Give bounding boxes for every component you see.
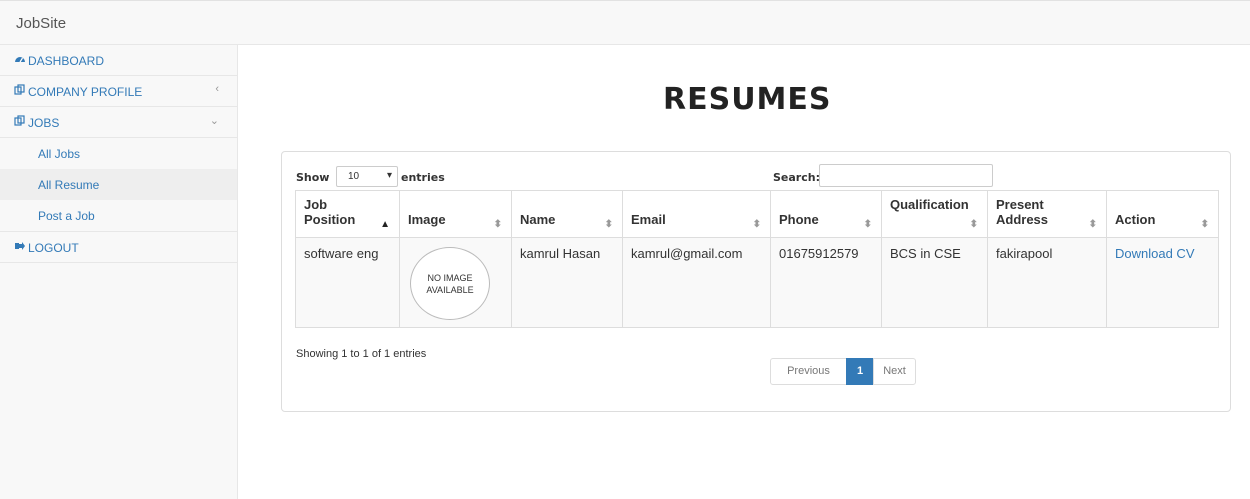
table-info: Showing 1 to 1 of 1 entries	[296, 348, 427, 360]
column-header-name[interactable]: Name ⬍	[511, 190, 623, 238]
cell-phone: 01675912579	[770, 237, 882, 328]
column-header-label: Address	[996, 212, 1049, 227]
cell-qualification: BCS in CSE	[881, 237, 988, 328]
column-header-label	[890, 212, 979, 227]
sidebar-item-label: JOBS	[28, 116, 60, 130]
logout-icon	[14, 240, 26, 252]
copy-icon	[14, 115, 26, 127]
sort-icon: ⬍	[752, 219, 761, 230]
pagination-page-1[interactable]: 1	[846, 358, 874, 385]
entries-select[interactable]: 10 ▾	[336, 166, 398, 187]
sidebar-item-logout[interactable]: LOGOUT	[0, 232, 237, 263]
page-title: RESUMES	[663, 82, 832, 117]
chevron-left-icon: ‹	[215, 83, 219, 95]
sidebar-item-jobs[interactable]: JOBS ⌄	[0, 107, 237, 138]
cell-image: NO IMAGE AVAILABLE	[399, 237, 512, 328]
column-header-job-position[interactable]: Job Position ▲	[295, 190, 400, 238]
column-header-label	[631, 197, 762, 212]
download-cv-link[interactable]: Download CV	[1115, 246, 1195, 261]
entries-select-value: 10	[348, 171, 360, 182]
sort-icon: ⬍	[969, 219, 978, 230]
table-row: software eng NO IMAGE AVAILABLE kamrul H…	[295, 237, 1219, 328]
brand-logo[interactable]: JobSite	[16, 15, 66, 32]
column-header-label: Qualification	[890, 197, 969, 212]
column-header-label: Image	[408, 212, 446, 227]
column-header-label	[520, 197, 614, 212]
column-header-label: Phone	[779, 212, 819, 227]
column-header-label: Action	[1115, 212, 1156, 227]
table-header-row: Job Position ▲ Image ⬍ Name ⬍ Email ⬍ Ph…	[295, 190, 1219, 238]
resumes-table: Job Position ▲ Image ⬍ Name ⬍ Email ⬍ Ph…	[295, 190, 1219, 328]
no-image-text: NO IMAGE	[427, 272, 473, 283]
copy-icon	[14, 84, 26, 96]
pagination: Previous 1 Next	[770, 358, 916, 385]
sort-icon: ⬍	[604, 219, 613, 230]
submenu-item-post-job[interactable]: Post a Job	[0, 200, 237, 231]
pagination-next[interactable]: Next	[873, 358, 916, 385]
sidebar-item-label: DASHBOARD	[28, 54, 105, 68]
sort-icon: ⬍	[1200, 219, 1209, 230]
column-header-label: Position	[304, 212, 356, 227]
column-header-email[interactable]: Email ⬍	[622, 190, 771, 238]
chevron-down-icon: ⌄	[209, 115, 219, 127]
column-header-action[interactable]: Action ⬍	[1106, 190, 1219, 238]
submenu-item-label: All Jobs	[38, 147, 81, 161]
column-header-label	[408, 197, 503, 212]
sort-icon: ⬍	[493, 219, 502, 230]
cell-action: Download CV	[1106, 237, 1219, 328]
sidebar-item-dashboard[interactable]: DASHBOARD	[0, 45, 237, 76]
no-image-text: AVAILABLE	[426, 284, 474, 295]
sidebar: DASHBOARD COMPANY PROFILE ‹ JOBS ⌄ All J…	[0, 45, 238, 499]
submenu-item-label: All Resume	[38, 178, 100, 192]
entries-label: entries	[401, 171, 445, 184]
column-header-qualification[interactable]: Qualification ⬍	[881, 190, 988, 238]
cell-address: fakirapool	[987, 237, 1107, 328]
submenu-item-all-jobs[interactable]: All Jobs	[0, 138, 237, 169]
sort-asc-icon: ▲	[380, 219, 390, 230]
dropdown-arrow-icon: ▾	[386, 170, 392, 181]
sort-icon: ⬍	[1088, 219, 1097, 230]
column-header-image[interactable]: Image ⬍	[399, 190, 512, 238]
show-label: Show	[296, 171, 330, 184]
jobs-submenu: All Jobs All Resume Post a Job	[0, 138, 237, 232]
search-input[interactable]	[819, 164, 993, 187]
sidebar-item-label: LOGOUT	[28, 241, 79, 255]
column-header-label	[1115, 197, 1210, 212]
cell-position: software eng	[295, 237, 400, 328]
no-image-placeholder: NO IMAGE AVAILABLE	[410, 247, 490, 320]
column-header-present-address[interactable]: Present Address ⬍	[987, 190, 1107, 238]
submenu-item-all-resume[interactable]: All Resume	[0, 169, 237, 200]
column-header-label: Job	[304, 197, 328, 212]
cell-name: kamrul Hasan	[511, 237, 623, 328]
cell-email: kamrul@gmail.com	[622, 237, 771, 328]
sort-icon: ⬍	[863, 219, 872, 230]
resumes-panel: Show 10 ▾ entries Search: Job Position ▲…	[281, 151, 1231, 412]
column-header-label: Email	[631, 212, 666, 227]
top-navbar: JobSite	[0, 0, 1250, 45]
column-header-phone[interactable]: Phone ⬍	[770, 190, 882, 238]
column-header-label: Present	[996, 197, 1044, 212]
submenu-item-label: Post a Job	[38, 209, 95, 223]
sidebar-item-company-profile[interactable]: COMPANY PROFILE ‹	[0, 76, 237, 107]
column-header-label	[779, 197, 873, 212]
sidebar-item-label: COMPANY PROFILE	[28, 85, 143, 99]
column-header-label: Name	[520, 212, 556, 227]
search-label: Search:	[773, 171, 820, 184]
dashboard-icon	[14, 53, 26, 65]
pagination-previous[interactable]: Previous	[770, 358, 847, 385]
